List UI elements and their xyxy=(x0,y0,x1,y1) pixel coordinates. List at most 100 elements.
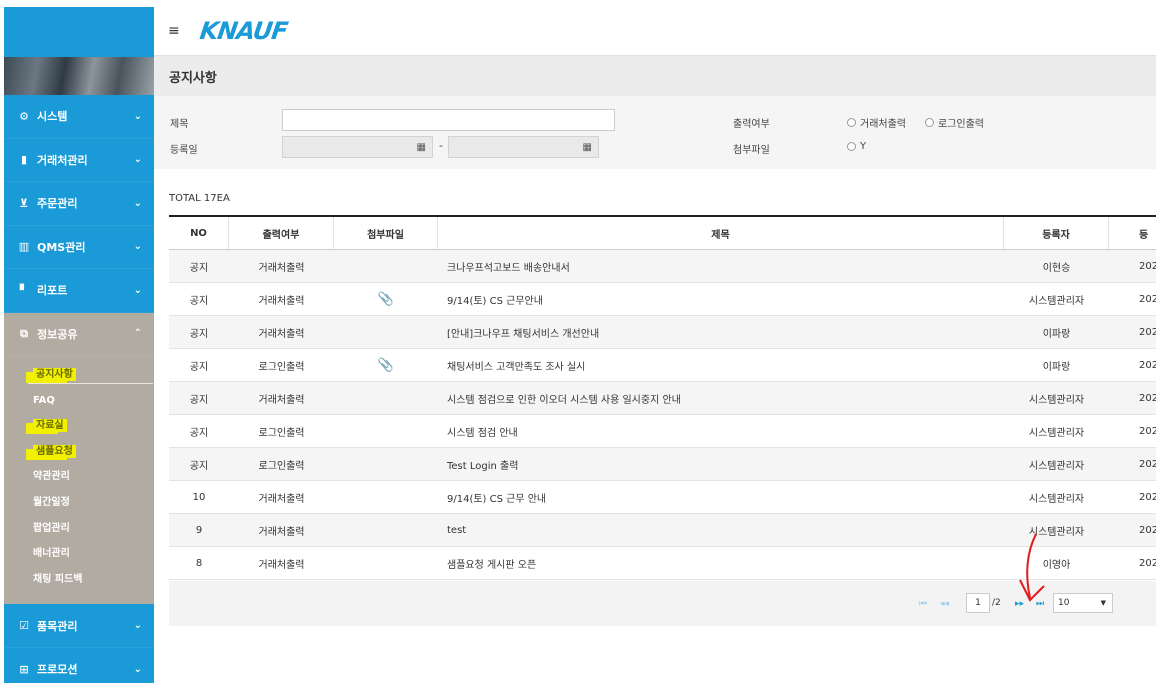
cell-date: 2024 xyxy=(1139,260,1156,272)
cell-title[interactable]: 샘플요청 게시판 오픈 xyxy=(438,547,1004,579)
chevron-down-icon: ⌄ xyxy=(133,284,142,296)
submenu-item[interactable]: 배너관리 xyxy=(4,541,154,567)
header-attachment[interactable]: 첨부파일 xyxy=(334,217,438,249)
table-row[interactable]: 공지 로그인출력 시스템 점검 안내 시스템관리자 2024 xyxy=(169,415,1156,448)
cell-attachment: 📎 xyxy=(334,349,438,381)
submenu-item[interactable]: 채팅 피드백 xyxy=(4,567,154,593)
table-row[interactable]: 공지 거래처출력 📎 9/14(토) CS 근무안내 시스템관리자 2024 xyxy=(169,283,1156,316)
cell-title[interactable]: Test Login 출력 xyxy=(438,448,1004,480)
table-row[interactable]: 8거래처출력샘플요청 게시판 오픈이영아2021 xyxy=(169,547,1156,580)
table-row[interactable]: 공지 로그인출력 Test Login 출력 시스템관리자 2022 xyxy=(169,448,1156,481)
header-title[interactable]: 제목 xyxy=(438,217,1004,249)
knauf-logo[interactable]: KNAUF xyxy=(198,17,289,45)
cell-title[interactable]: 시스템 점검 안내 xyxy=(438,415,1004,447)
sidebar-item-gift[interactable]: ⊞ 프로모션 ⌄ xyxy=(4,648,154,683)
output-radio-login[interactable]: 로그인출력 xyxy=(925,115,984,130)
sidebar-top xyxy=(4,7,154,57)
cell-title[interactable]: 시스템 점검으로 인한 이오더 시스템 사용 일시중지 안내 xyxy=(438,382,1004,414)
cell-title[interactable]: 9/14(토) CS 근무 안내 xyxy=(438,481,1004,513)
title-search-input[interactable] xyxy=(282,109,615,131)
cell-no: 9 xyxy=(195,524,203,536)
table-row[interactable]: 9거래처출력test시스템관리자2024 xyxy=(169,514,1156,547)
hamburger-menu-icon[interactable]: ≡ xyxy=(168,23,180,39)
prev-page-icon[interactable]: ◂◂ xyxy=(940,599,949,609)
title-label: 제목 xyxy=(170,119,189,130)
cell-attachment xyxy=(334,316,438,348)
chevron-down-icon: ⌄ xyxy=(133,154,142,166)
table-row[interactable]: 공지 거래처출력 [안내]크나우프 채팅서비스 개선안내 이파랑 2024 xyxy=(169,316,1156,349)
cell-output: 거래처출력 xyxy=(258,526,305,538)
sidebar-item-columns[interactable]: ▥ QMS관리 ⌄ xyxy=(4,226,154,269)
radio-circle[interactable] xyxy=(925,118,934,127)
reg-date-label: 등록일 xyxy=(170,145,198,156)
header-output[interactable]: 출력여부 xyxy=(229,217,334,249)
submenu-item-label: 월간일정 xyxy=(33,496,70,508)
output-radio-partner[interactable]: 거래처출력 xyxy=(847,115,906,130)
start-date-input[interactable]: ▦ xyxy=(282,136,433,158)
submenu-item[interactable]: 자료실 xyxy=(4,413,154,439)
submenu-item[interactable]: 샘플요청 xyxy=(4,439,154,465)
cell-date: 2024 xyxy=(1139,326,1156,338)
radio-label: 거래처출력 xyxy=(860,119,906,130)
paperclip-icon[interactable]: 📎 xyxy=(378,358,394,373)
table-row[interactable]: 공지 거래처출력 시스템 점검으로 인한 이오더 시스템 사용 일시중지 안내 시스템… xyxy=(169,382,1156,415)
table-row[interactable]: 공지 로그인출력 📎 채팅서비스 고객만족도 조사 실시 이파랑 2024 xyxy=(169,349,1156,382)
submenu-item[interactable]: 월간일정 xyxy=(4,490,154,516)
cell-title[interactable]: test xyxy=(438,514,1004,546)
cell-no: 공지 xyxy=(189,460,209,472)
cart-icon: ⊻ xyxy=(19,196,29,210)
table-row[interactable]: 10 거래처출력 9/14(토) CS 근무 안내 시스템관리자 2024 xyxy=(169,481,1156,514)
cell-registrar: 이파랑 xyxy=(1042,328,1071,340)
radio-circle[interactable] xyxy=(847,142,856,151)
submenu-item-label: 배너관리 xyxy=(33,548,70,560)
header-date[interactable]: 등 xyxy=(1109,217,1156,249)
paperclip-icon[interactable]: 📎 xyxy=(378,292,394,307)
cell-title[interactable]: 크나우프석고보드 배송안내서 xyxy=(438,250,1004,282)
cell-attachment xyxy=(334,382,438,414)
gift-icon: ⊞ xyxy=(19,662,29,676)
calendar-icon[interactable]: ▦ xyxy=(583,142,592,153)
sidebar-item-file[interactable]: ▘ 리포트 ⌄ xyxy=(4,269,154,313)
radio-label: 로그인출력 xyxy=(938,119,984,130)
submenu-item[interactable]: FAQ xyxy=(4,388,154,414)
sidebar-item-cart[interactable]: ⊻ 주문관리 ⌄ xyxy=(4,182,154,226)
cell-no: 공지 xyxy=(189,262,209,274)
cell-output: 거래처출력 xyxy=(258,328,305,340)
radio-circle[interactable] xyxy=(847,118,856,127)
attach-radio-yes[interactable]: Y xyxy=(847,141,866,152)
table-row[interactable]: 공지 거래처출력 크나우프석고보드 배송안내서 이현승 2024 xyxy=(169,250,1156,283)
sidebar-item-bookmark[interactable]: ▮ 거래처관리 ⌄ xyxy=(4,139,154,182)
notice-table: NO 출력여부 첨부파일 제목 등록자 등 공지 거래처출력 크나우프석고보드 배송… xyxy=(169,215,1156,580)
sidebar-item-share[interactable]: ⧉ 정보공유 ⌃ xyxy=(4,312,154,356)
cell-title[interactable]: 9/14(토) CS 근무안내 xyxy=(438,283,1004,315)
table-header-row: NO 출력여부 첨부파일 제목 등록자 등 xyxy=(169,217,1156,250)
cell-title[interactable]: 채팅서비스 고객만족도 조사 실시 xyxy=(438,349,1004,381)
columns-icon: ▥ xyxy=(18,240,30,254)
sidebar-item-check-square[interactable]: ☑ 품목관리 ⌄ xyxy=(4,604,154,648)
submenu-item[interactable]: 팝업관리 xyxy=(4,516,154,542)
first-page-icon[interactable]: ⏮ xyxy=(919,599,927,609)
attach-label: 첨부파일 xyxy=(733,145,770,156)
cell-registrar: 시스템관리자 xyxy=(1028,295,1085,307)
cell-output: 거래처출력 xyxy=(258,295,305,307)
submenu-item[interactable]: 공지사항 xyxy=(4,362,154,388)
sidebar-item-gear[interactable]: ⚙ 시스템 ⌄ xyxy=(4,95,154,139)
submenu-item[interactable]: 약관관리 xyxy=(4,464,154,490)
file-icon: ▘ xyxy=(19,283,29,297)
calendar-icon[interactable]: ▦ xyxy=(417,142,426,153)
sidebar-item-label: QMS관리 xyxy=(37,240,86,254)
page-number-input[interactable]: 1 xyxy=(966,593,990,613)
header-no[interactable]: NO xyxy=(169,217,229,249)
chevron-down-icon: ⌄ xyxy=(133,663,142,675)
cell-no: 공지 xyxy=(189,361,209,373)
page-size-value: 10 xyxy=(1058,598,1070,608)
end-date-input[interactable]: ▦ xyxy=(448,136,599,158)
header-registrar[interactable]: 등록자 xyxy=(1004,217,1109,249)
page-size-select[interactable]: 10 ▼ xyxy=(1053,593,1113,613)
chevron-down-icon: ⌄ xyxy=(133,197,142,209)
chevron-down-icon: ⌄ xyxy=(133,110,142,122)
cell-registrar: 이현승 xyxy=(1042,262,1071,274)
cell-attachment xyxy=(334,481,438,513)
cell-title[interactable]: [안내]크나우프 채팅서비스 개선안내 xyxy=(438,316,1004,348)
page-total: /2 xyxy=(992,598,1001,608)
